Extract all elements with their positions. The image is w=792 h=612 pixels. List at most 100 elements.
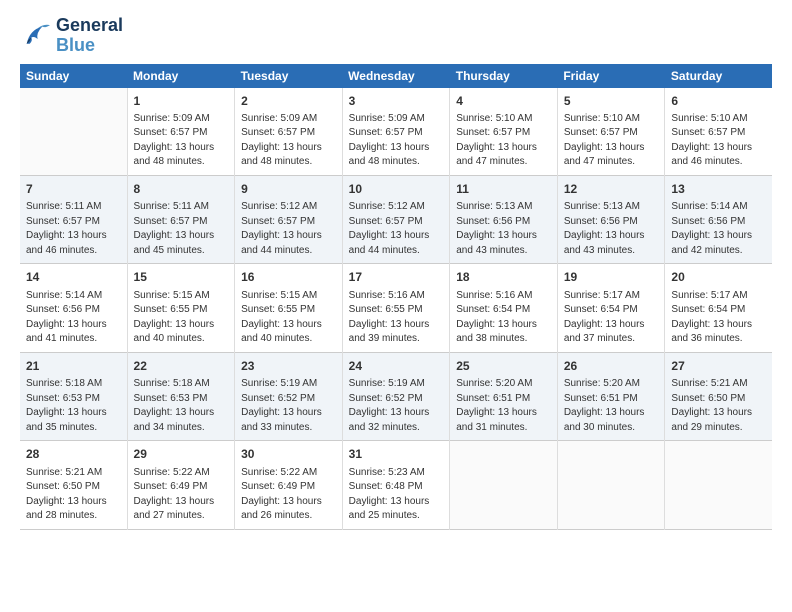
day-number: 20 bbox=[671, 269, 766, 286]
calendar-cell: 11 Sunrise: 5:13 AM Sunset: 6:56 PM Dayli… bbox=[450, 175, 558, 263]
calendar-cell: 5 Sunrise: 5:10 AM Sunset: 6:57 PM Daylig… bbox=[557, 88, 665, 176]
calendar-cell: 8Sunrise: 5:11 AM Sunset: 6:57 PM Daylig… bbox=[127, 175, 235, 263]
calendar-cell: 21 Sunrise: 5:18 AM Sunset: 6:53 PM Dayli… bbox=[20, 352, 127, 440]
day-info: Sunrise: 5:11 AM Sunset: 6:57 PM Dayligh… bbox=[26, 200, 121, 258]
calendar-table: SundayMondayTuesdayWednesdayThursdayFrid… bbox=[20, 64, 772, 530]
day-info: Sunrise: 5:19 AM Sunset: 6:52 PM Dayligh… bbox=[241, 377, 336, 435]
day-info: Sunrise: 5:12 AM Sunset: 6:57 PM Dayligh… bbox=[349, 200, 444, 258]
calendar-cell: 26 Sunrise: 5:20 AM Sunset: 6:51 PM Dayli… bbox=[557, 352, 665, 440]
calendar-cell: 25Sunrise: 5:20 AM Sunset: 6:51 PM Dayli… bbox=[450, 352, 558, 440]
calendar-cell: 17 Sunrise: 5:16 AM Sunset: 6:55 PM Dayli… bbox=[342, 264, 450, 352]
calendar-cell: 4 Sunrise: 5:10 AM Sunset: 6:57 PM Daylig… bbox=[450, 88, 558, 176]
calendar-cell: 27 Sunrise: 5:21 AM Sunset: 6:50 PM Dayli… bbox=[665, 352, 772, 440]
day-number: 4 bbox=[456, 93, 551, 110]
day-number: 30 bbox=[241, 446, 336, 463]
col-header-monday: Monday bbox=[127, 64, 235, 88]
day-info: Sunrise: 5:09 AM Sunset: 6:57 PM Dayligh… bbox=[134, 112, 229, 170]
day-info: Sunrise: 5:10 AM Sunset: 6:57 PM Dayligh… bbox=[456, 112, 551, 170]
day-number: 29 bbox=[134, 446, 229, 463]
calendar-cell: 29 Sunrise: 5:22 AM Sunset: 6:49 PM Dayli… bbox=[127, 441, 235, 529]
week-row: 28 Sunrise: 5:21 AM Sunset: 6:50 PM Dayli… bbox=[20, 441, 772, 529]
logo-text: General Blue bbox=[56, 16, 123, 56]
day-info: Sunrise: 5:18 AM Sunset: 6:53 PM Dayligh… bbox=[134, 377, 229, 435]
calendar-cell: 7 Sunrise: 5:11 AM Sunset: 6:57 PM Daylig… bbox=[20, 175, 127, 263]
header: General Blue bbox=[20, 16, 772, 56]
header-row: SundayMondayTuesdayWednesdayThursdayFrid… bbox=[20, 64, 772, 88]
col-header-friday: Friday bbox=[557, 64, 665, 88]
calendar-cell: 28 Sunrise: 5:21 AM Sunset: 6:50 PM Dayli… bbox=[20, 441, 127, 529]
day-number: 24 bbox=[349, 358, 444, 375]
day-number: 8 bbox=[134, 181, 229, 198]
calendar-cell: 23 Sunrise: 5:19 AM Sunset: 6:52 PM Dayli… bbox=[235, 352, 343, 440]
day-number: 1 bbox=[134, 93, 229, 110]
calendar-cell: 12Sunrise: 5:13 AM Sunset: 6:56 PM Dayli… bbox=[557, 175, 665, 263]
calendar-cell bbox=[20, 88, 127, 176]
calendar-cell: 24 Sunrise: 5:19 AM Sunset: 6:52 PM Dayli… bbox=[342, 352, 450, 440]
day-number: 27 bbox=[671, 358, 766, 375]
col-header-saturday: Saturday bbox=[665, 64, 772, 88]
day-number: 28 bbox=[26, 446, 121, 463]
calendar-cell: 22 Sunrise: 5:18 AM Sunset: 6:53 PM Dayli… bbox=[127, 352, 235, 440]
week-row: 21 Sunrise: 5:18 AM Sunset: 6:53 PM Dayli… bbox=[20, 352, 772, 440]
day-number: 26 bbox=[564, 358, 659, 375]
day-info: Sunrise: 5:17 AM Sunset: 6:54 PM Dayligh… bbox=[564, 289, 659, 347]
calendar-cell bbox=[665, 441, 772, 529]
day-number: 19 bbox=[564, 269, 659, 286]
calendar-cell: 15Sunrise: 5:15 AM Sunset: 6:55 PM Dayli… bbox=[127, 264, 235, 352]
day-number: 12 bbox=[564, 181, 659, 198]
day-info: Sunrise: 5:14 AM Sunset: 6:56 PM Dayligh… bbox=[671, 200, 766, 258]
day-number: 18 bbox=[456, 269, 551, 286]
calendar-cell: 13Sunrise: 5:14 AM Sunset: 6:56 PM Dayli… bbox=[665, 175, 772, 263]
day-info: Sunrise: 5:21 AM Sunset: 6:50 PM Dayligh… bbox=[671, 377, 766, 435]
day-info: Sunrise: 5:21 AM Sunset: 6:50 PM Dayligh… bbox=[26, 466, 121, 524]
week-row: 14 Sunrise: 5:14 AM Sunset: 6:56 PM Dayli… bbox=[20, 264, 772, 352]
day-info: Sunrise: 5:13 AM Sunset: 6:56 PM Dayligh… bbox=[456, 200, 551, 258]
logo-bird-icon bbox=[20, 22, 52, 50]
day-info: Sunrise: 5:18 AM Sunset: 6:53 PM Dayligh… bbox=[26, 377, 121, 435]
day-number: 11 bbox=[456, 181, 551, 198]
day-number: 10 bbox=[349, 181, 444, 198]
calendar-cell: 10 Sunrise: 5:12 AM Sunset: 6:57 PM Dayli… bbox=[342, 175, 450, 263]
day-number: 22 bbox=[134, 358, 229, 375]
day-info: Sunrise: 5:12 AM Sunset: 6:57 PM Dayligh… bbox=[241, 200, 336, 258]
day-info: Sunrise: 5:23 AM Sunset: 6:48 PM Dayligh… bbox=[349, 466, 444, 524]
day-info: Sunrise: 5:16 AM Sunset: 6:55 PM Dayligh… bbox=[349, 289, 444, 347]
calendar-cell: 16Sunrise: 5:15 AM Sunset: 6:55 PM Dayli… bbox=[235, 264, 343, 352]
day-info: Sunrise: 5:16 AM Sunset: 6:54 PM Dayligh… bbox=[456, 289, 551, 347]
day-info: Sunrise: 5:10 AM Sunset: 6:57 PM Dayligh… bbox=[564, 112, 659, 170]
calendar-cell: 30 Sunrise: 5:22 AM Sunset: 6:49 PM Dayli… bbox=[235, 441, 343, 529]
day-info: Sunrise: 5:15 AM Sunset: 6:55 PM Dayligh… bbox=[134, 289, 229, 347]
week-row: 7 Sunrise: 5:11 AM Sunset: 6:57 PM Daylig… bbox=[20, 175, 772, 263]
day-info: Sunrise: 5:20 AM Sunset: 6:51 PM Dayligh… bbox=[564, 377, 659, 435]
day-info: Sunrise: 5:22 AM Sunset: 6:49 PM Dayligh… bbox=[134, 466, 229, 524]
day-info: Sunrise: 5:15 AM Sunset: 6:55 PM Dayligh… bbox=[241, 289, 336, 347]
col-header-wednesday: Wednesday bbox=[342, 64, 450, 88]
day-info: Sunrise: 5:20 AM Sunset: 6:51 PM Dayligh… bbox=[456, 377, 551, 435]
day-number: 6 bbox=[671, 93, 766, 110]
day-number: 23 bbox=[241, 358, 336, 375]
calendar-cell: 14 Sunrise: 5:14 AM Sunset: 6:56 PM Dayli… bbox=[20, 264, 127, 352]
day-info: Sunrise: 5:09 AM Sunset: 6:57 PM Dayligh… bbox=[349, 112, 444, 170]
week-row: 1 Sunrise: 5:09 AM Sunset: 6:57 PM Daylig… bbox=[20, 88, 772, 176]
day-number: 5 bbox=[564, 93, 659, 110]
day-number: 17 bbox=[349, 269, 444, 286]
day-info: Sunrise: 5:22 AM Sunset: 6:49 PM Dayligh… bbox=[241, 466, 336, 524]
calendar-cell: 31Sunrise: 5:23 AM Sunset: 6:48 PM Dayli… bbox=[342, 441, 450, 529]
logo: General Blue bbox=[20, 16, 123, 56]
calendar-cell bbox=[450, 441, 558, 529]
calendar-cell: 6 Sunrise: 5:10 AM Sunset: 6:57 PM Daylig… bbox=[665, 88, 772, 176]
day-info: Sunrise: 5:17 AM Sunset: 6:54 PM Dayligh… bbox=[671, 289, 766, 347]
calendar-cell: 19 Sunrise: 5:17 AM Sunset: 6:54 PM Dayli… bbox=[557, 264, 665, 352]
day-number: 7 bbox=[26, 181, 121, 198]
col-header-thursday: Thursday bbox=[450, 64, 558, 88]
col-header-sunday: Sunday bbox=[20, 64, 127, 88]
day-info: Sunrise: 5:14 AM Sunset: 6:56 PM Dayligh… bbox=[26, 289, 121, 347]
calendar-cell: 18 Sunrise: 5:16 AM Sunset: 6:54 PM Dayli… bbox=[450, 264, 558, 352]
calendar-cell: 20 Sunrise: 5:17 AM Sunset: 6:54 PM Dayli… bbox=[665, 264, 772, 352]
calendar-cell bbox=[557, 441, 665, 529]
day-info: Sunrise: 5:10 AM Sunset: 6:57 PM Dayligh… bbox=[671, 112, 766, 170]
day-number: 14 bbox=[26, 269, 121, 286]
day-number: 9 bbox=[241, 181, 336, 198]
day-info: Sunrise: 5:19 AM Sunset: 6:52 PM Dayligh… bbox=[349, 377, 444, 435]
day-number: 21 bbox=[26, 358, 121, 375]
